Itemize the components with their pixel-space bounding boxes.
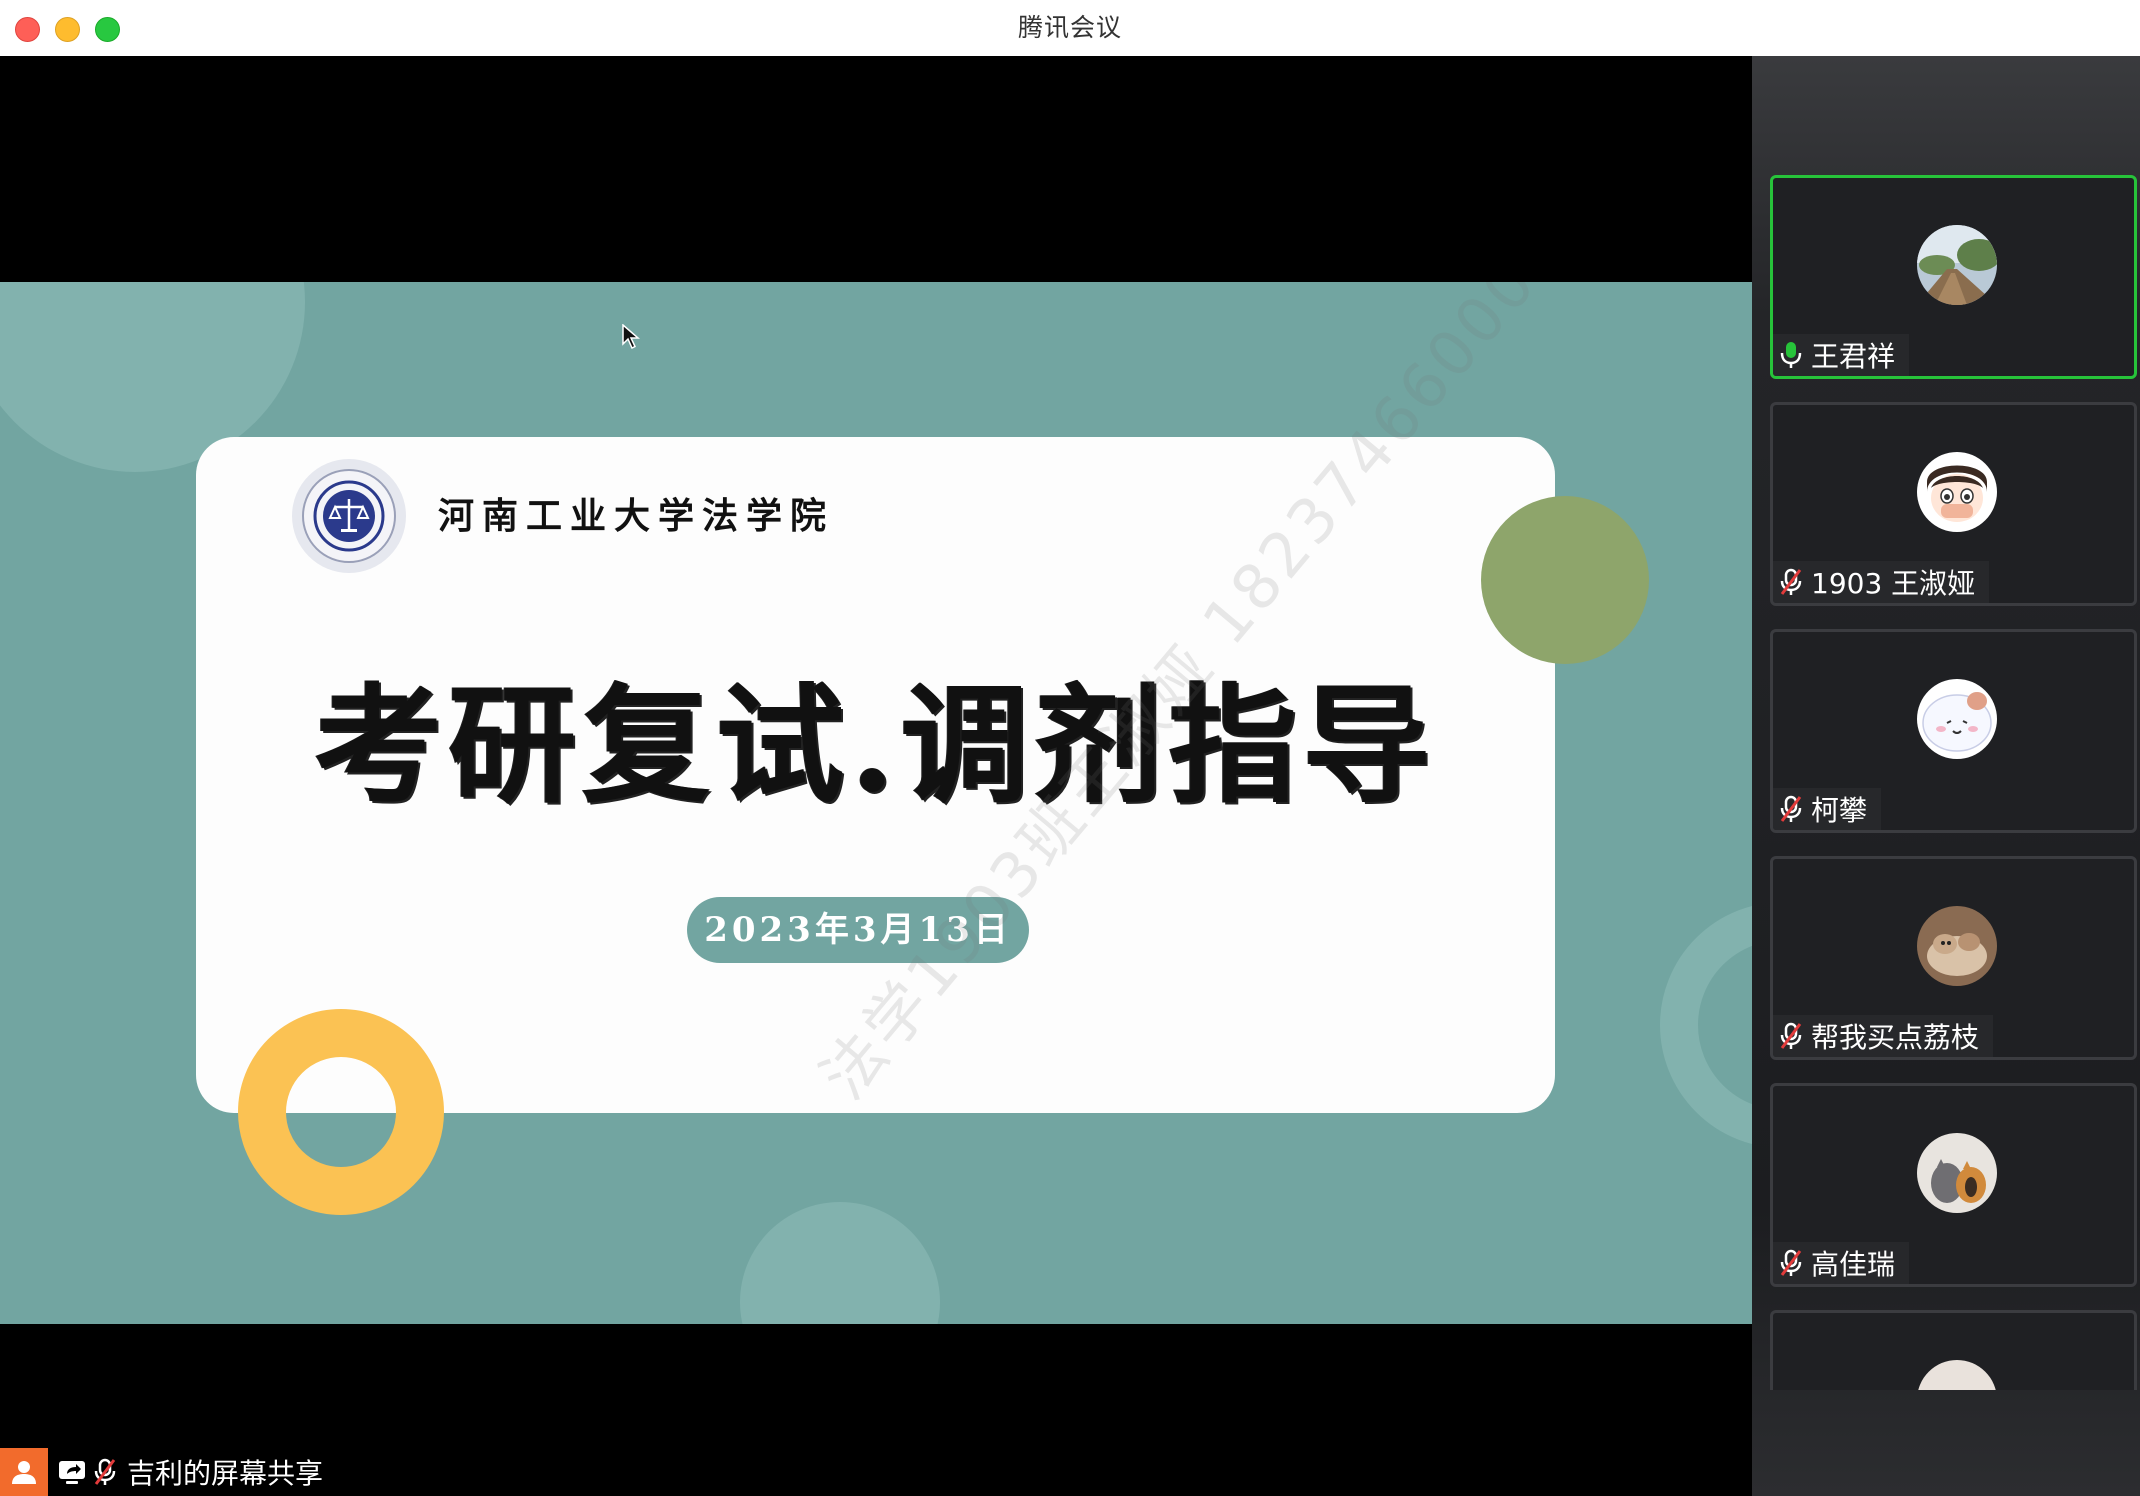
participant-name-tag: 帮我买点荔枝 bbox=[1773, 1015, 1994, 1057]
window-title: 腾讯会议 bbox=[1017, 13, 1122, 42]
participant-name: 帮我买点荔枝 bbox=[1811, 1021, 1980, 1054]
decorative-circle bbox=[740, 1202, 940, 1324]
mic-muted-icon bbox=[1780, 1022, 1802, 1049]
screen-share-icon bbox=[57, 1458, 87, 1486]
presentation-slide: 河南工业大学法学院 考研复试.调剂指导 2023年3月13日 法学1903班王淑… bbox=[0, 282, 1752, 1324]
participant-name-tag: 1903 王淑娅 bbox=[1773, 561, 1990, 603]
school-logo bbox=[292, 459, 406, 573]
avatar bbox=[1917, 906, 1997, 986]
mic-muted-icon bbox=[1780, 568, 1802, 595]
shared-screen-area[interactable]: 河南工业大学法学院 考研复试.调剂指导 2023年3月13日 法学1903班王淑… bbox=[0, 56, 1752, 1496]
participant-name: 高佳瑞 bbox=[1811, 1248, 1896, 1281]
slide-card: 河南工业大学法学院 考研复试.调剂指导 2023年3月13日 法学1903班王淑… bbox=[196, 282, 1555, 1113]
mic-active-icon bbox=[1780, 342, 1802, 368]
decorative-ring bbox=[1660, 902, 1752, 1148]
mouse-cursor-icon bbox=[622, 323, 641, 354]
participant-tile[interactable]: 帮我买点荔枝 bbox=[1770, 856, 2137, 1060]
avatar bbox=[1917, 1133, 1997, 1213]
avatar bbox=[1917, 1360, 1997, 1390]
screen-share-label: 吉利的屏幕共享 bbox=[127, 1457, 324, 1490]
participant-name-tag: 王君祥 bbox=[1773, 334, 1910, 376]
participant-name-tag: 高佳瑞 bbox=[1773, 1242, 1910, 1284]
participant-name: 1903 王淑娅 bbox=[1811, 567, 1976, 600]
decorative-yellow-ring bbox=[238, 1009, 444, 1215]
mic-muted-icon bbox=[1780, 1249, 1802, 1276]
mic-muted-icon bbox=[93, 1457, 117, 1487]
participant-panel: 王君祥 1903 王淑娅 柯攀 帮我买点荔枝 高佳瑞 bbox=[1752, 56, 2140, 1496]
avatar bbox=[1917, 452, 1997, 532]
screen-share-status: 吉利的屏幕共享 bbox=[0, 1448, 323, 1496]
participant-tile[interactable]: 柯攀 bbox=[1770, 629, 2137, 833]
participant-tile[interactable] bbox=[1770, 1310, 2137, 1390]
slide-title: 考研复试.调剂指导 bbox=[314, 671, 1437, 821]
mic-muted-icon bbox=[1780, 795, 1802, 822]
participant-name: 王君祥 bbox=[1811, 340, 1896, 373]
participant-tile[interactable]: 高佳瑞 bbox=[1770, 1083, 2137, 1287]
school-name: 河南工业大学法学院 bbox=[438, 495, 835, 537]
avatar bbox=[1917, 225, 1997, 305]
participant-tile[interactable]: 王君祥 bbox=[1770, 175, 2137, 379]
decorative-green-circle bbox=[1481, 496, 1649, 664]
title-bar: 腾讯会议 bbox=[0, 0, 2140, 57]
avatar bbox=[1917, 679, 1997, 759]
participant-name: 柯攀 bbox=[1811, 794, 1868, 827]
participant-tile[interactable]: 1903 王淑娅 bbox=[1770, 402, 2137, 606]
person-icon[interactable] bbox=[0, 1448, 48, 1496]
participant-name-tag: 柯攀 bbox=[1773, 788, 1882, 830]
